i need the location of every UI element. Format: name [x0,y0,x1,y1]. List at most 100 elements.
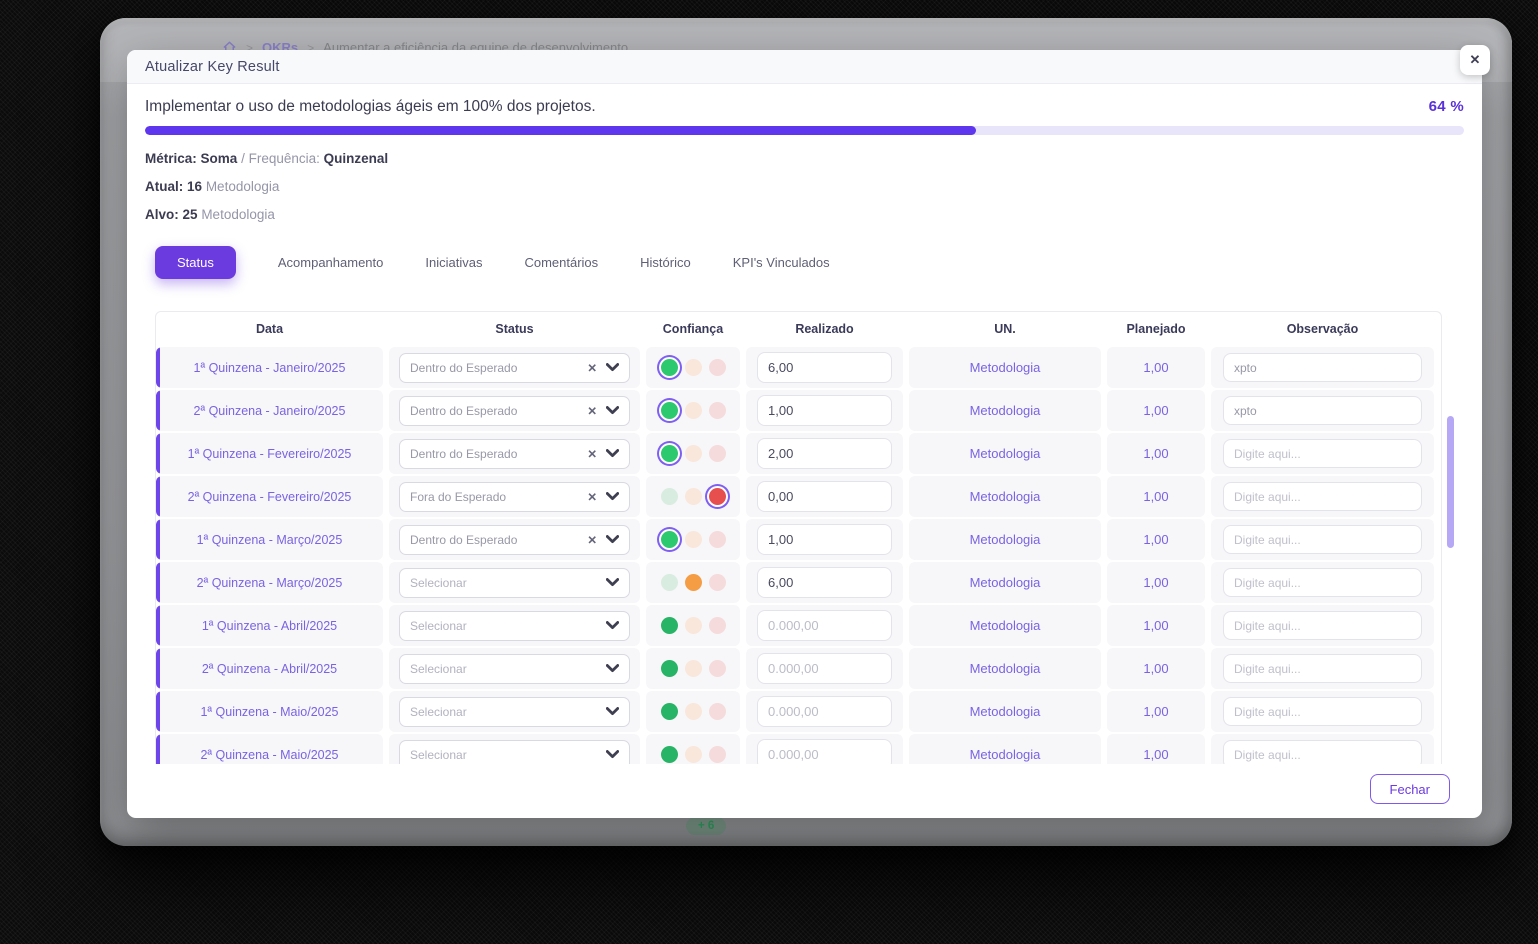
confidence-dot-orange[interactable] [684,359,702,376]
confidence-dot-orange[interactable] [684,746,702,763]
realizado-input[interactable] [757,481,892,512]
table-row: 2ª Quinzena - Março/2025 Selecionar Meto… [156,562,1441,603]
confidence-dot-green[interactable] [660,574,678,591]
observacao-input[interactable] [1223,697,1422,726]
observacao-input[interactable] [1223,568,1422,597]
tab-kpi-s-vinculados[interactable]: KPI's Vinculados [733,255,830,270]
realizado-input[interactable] [757,696,892,727]
clear-icon[interactable]: ✕ [587,447,597,461]
observacao-input[interactable] [1223,439,1422,468]
status-select[interactable]: Selecionar [399,567,630,598]
observacao-input[interactable] [1223,740,1422,764]
observacao-input[interactable] [1223,611,1422,640]
confidence-dot-red[interactable] [708,445,726,462]
confidence-dot-orange[interactable] [684,703,702,720]
row-date: 1ª Quinzena - Janeiro/2025 [193,360,346,375]
chevron-down-icon[interactable] [605,488,620,506]
row-date: 1ª Quinzena - Maio/2025 [200,704,339,719]
chevron-down-icon[interactable] [605,359,620,377]
alvo-line: Alvo: 25 Metodologia [145,207,275,222]
chevron-down-icon[interactable] [605,617,620,635]
confidence-dot-orange[interactable] [684,488,702,505]
observacao-input[interactable] [1223,525,1422,554]
column-header-realizado: Realizado [795,321,854,336]
confidence-dot-green[interactable] [660,488,678,505]
clear-icon[interactable]: ✕ [587,533,597,547]
confidence-dot-green[interactable] [660,617,678,634]
observacao-input[interactable] [1223,482,1422,511]
table-row: 1ª Quinzena - Maio/2025 Selecionar Metod… [156,691,1441,732]
planejado-value: 1,00 [1143,661,1169,676]
row-accent-bar [156,476,160,517]
clear-icon[interactable]: ✕ [587,490,597,504]
confidence-dot-green[interactable] [660,660,678,677]
row-date: 2ª Quinzena - Fevereiro/2025 [187,489,352,504]
status-select[interactable]: Selecionar [399,739,630,764]
tab-acompanhamento[interactable]: Acompanhamento [278,255,384,270]
realizado-input[interactable] [757,610,892,641]
confidence-dot-orange[interactable] [684,617,702,634]
tab-coment-rios[interactable]: Comentários [524,255,598,270]
tab-status[interactable]: Status [155,246,236,279]
chevron-down-icon[interactable] [605,531,620,549]
status-select[interactable]: Selecionar [399,696,630,727]
table-scrollbar[interactable] [1447,416,1454,548]
tab-bar: Status Acompanhamento Iniciativas Comentári… [145,246,1464,279]
clear-icon[interactable]: ✕ [587,404,597,418]
status-select[interactable]: Selecionar [399,610,630,641]
confidence-dot-orange[interactable] [684,402,702,419]
confidence-dot-orange[interactable] [684,445,702,462]
observacao-input[interactable] [1223,353,1422,382]
planejado-value: 1,00 [1143,747,1169,762]
realizado-input[interactable] [757,524,892,555]
planejado-value: 1,00 [1143,403,1169,418]
confidence-dot-red[interactable] [708,574,726,591]
tab-iniciativas[interactable]: Iniciativas [425,255,482,270]
tab-hist-rico[interactable]: Histórico [640,255,691,270]
status-select[interactable]: Fora do Esperado ✕ [399,481,630,512]
confidence-dot-green[interactable] [660,402,678,419]
confidence-dot-orange[interactable] [684,660,702,677]
confidence-dot-red[interactable] [708,617,726,634]
table-rows-scroll-area[interactable]: 1ª Quinzena - Janeiro/2025 Dentro do Esp… [156,345,1441,764]
observacao-input[interactable] [1223,654,1422,683]
confidence-dot-red[interactable] [708,488,726,505]
status-select[interactable]: Selecionar [399,653,630,684]
status-select[interactable]: Dentro do Esperado ✕ [399,438,630,469]
close-icon[interactable]: ✕ [1460,45,1490,75]
realizado-input[interactable] [757,653,892,684]
confidence-dot-red[interactable] [708,746,726,763]
confidence-dot-green[interactable] [660,445,678,462]
realizado-input[interactable] [757,567,892,598]
chevron-down-icon[interactable] [605,402,620,420]
clear-icon[interactable]: ✕ [587,361,597,375]
fechar-button[interactable]: Fechar [1369,774,1450,804]
confidence-dot-green[interactable] [660,531,678,548]
confidence-dot-red[interactable] [708,402,726,419]
confidence-dot-orange[interactable] [684,531,702,548]
chevron-down-icon[interactable] [605,574,620,592]
planejado-value: 1,00 [1143,575,1169,590]
atual-line: Atual: 16 Metodologia [145,179,280,194]
confidence-dot-red[interactable] [708,531,726,548]
status-select[interactable]: Dentro do Esperado ✕ [399,395,630,426]
confidence-dot-green[interactable] [660,359,678,376]
observacao-input[interactable] [1223,396,1422,425]
confidence-dot-green[interactable] [660,703,678,720]
realizado-input[interactable] [757,438,892,469]
chevron-down-icon[interactable] [605,660,620,678]
confidence-dot-red[interactable] [708,703,726,720]
confidence-dot-orange[interactable] [684,574,702,591]
chevron-down-icon[interactable] [605,445,620,463]
confidence-dot-green[interactable] [660,746,678,763]
realizado-input[interactable] [757,739,892,764]
status-select[interactable]: Dentro do Esperado ✕ [399,524,630,555]
chevron-down-icon[interactable] [605,703,620,721]
modal-header: Atualizar Key Result [127,50,1482,84]
realizado-input[interactable] [757,352,892,383]
chevron-down-icon[interactable] [605,746,620,764]
realizado-input[interactable] [757,395,892,426]
confidence-dot-red[interactable] [708,660,726,677]
confidence-dot-red[interactable] [708,359,726,376]
status-select[interactable]: Dentro do Esperado ✕ [399,352,630,383]
